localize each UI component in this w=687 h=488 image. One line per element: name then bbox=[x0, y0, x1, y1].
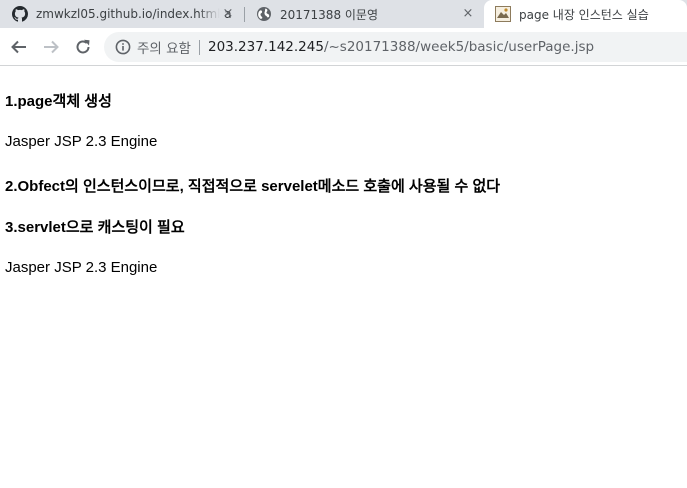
address-divider bbox=[198, 39, 200, 55]
browser-toolbar: 주의 요함 203.237.142.245/~s20171388/week5/b… bbox=[0, 28, 687, 66]
close-icon[interactable]: × bbox=[460, 6, 476, 22]
tab-page-practice[interactable]: page 내장 인스턴스 실습 bbox=[484, 0, 687, 28]
address-bar[interactable]: 주의 요함 203.237.142.245/~s20171388/week5/b… bbox=[104, 32, 687, 62]
url-host: 203.237.142.245 bbox=[207, 39, 324, 55]
tab-strip: zmwkzl05.github.io/index.html a × 201713… bbox=[0, 0, 687, 28]
url-path: /~s20171388/week5/basic/userPage.jsp bbox=[323, 39, 595, 55]
github-icon bbox=[12, 6, 28, 22]
tab-student-page[interactable]: 20171388 이문영 × bbox=[256, 0, 482, 28]
forward-button[interactable] bbox=[40, 36, 62, 58]
info-icon[interactable] bbox=[115, 39, 131, 55]
globe-icon bbox=[256, 6, 272, 22]
heading-servlet-cast: 3.servlet으로 캐스팅이 필요 bbox=[5, 219, 185, 236]
security-label[interactable]: 주의 요함 bbox=[137, 37, 191, 57]
tab-title: 20171388 이문영 bbox=[280, 7, 379, 22]
tab-separator bbox=[244, 7, 245, 22]
back-button[interactable] bbox=[8, 36, 30, 58]
reload-button[interactable] bbox=[72, 36, 94, 58]
page-thumbnail-icon bbox=[495, 6, 511, 22]
heading-object-instance: 2.Obfect의 인스턴스이므로, 직접적으로 servelet메소드 호출에… bbox=[5, 178, 501, 195]
engine-info-text: Jasper JSP 2.3 Engine bbox=[5, 259, 158, 276]
heading-page-object: 1.page객체 생성 bbox=[5, 93, 112, 110]
reload-icon bbox=[76, 39, 90, 54]
close-icon[interactable]: × bbox=[220, 6, 236, 22]
engine-info-text: Jasper JSP 2.3 Engine bbox=[5, 133, 158, 150]
forward-arrow-icon bbox=[44, 40, 59, 54]
tab-github-index[interactable]: zmwkzl05.github.io/index.html a × bbox=[12, 0, 242, 28]
tab-title: page 내장 인스턴스 실습 bbox=[519, 7, 649, 22]
back-arrow-icon bbox=[11, 40, 26, 54]
